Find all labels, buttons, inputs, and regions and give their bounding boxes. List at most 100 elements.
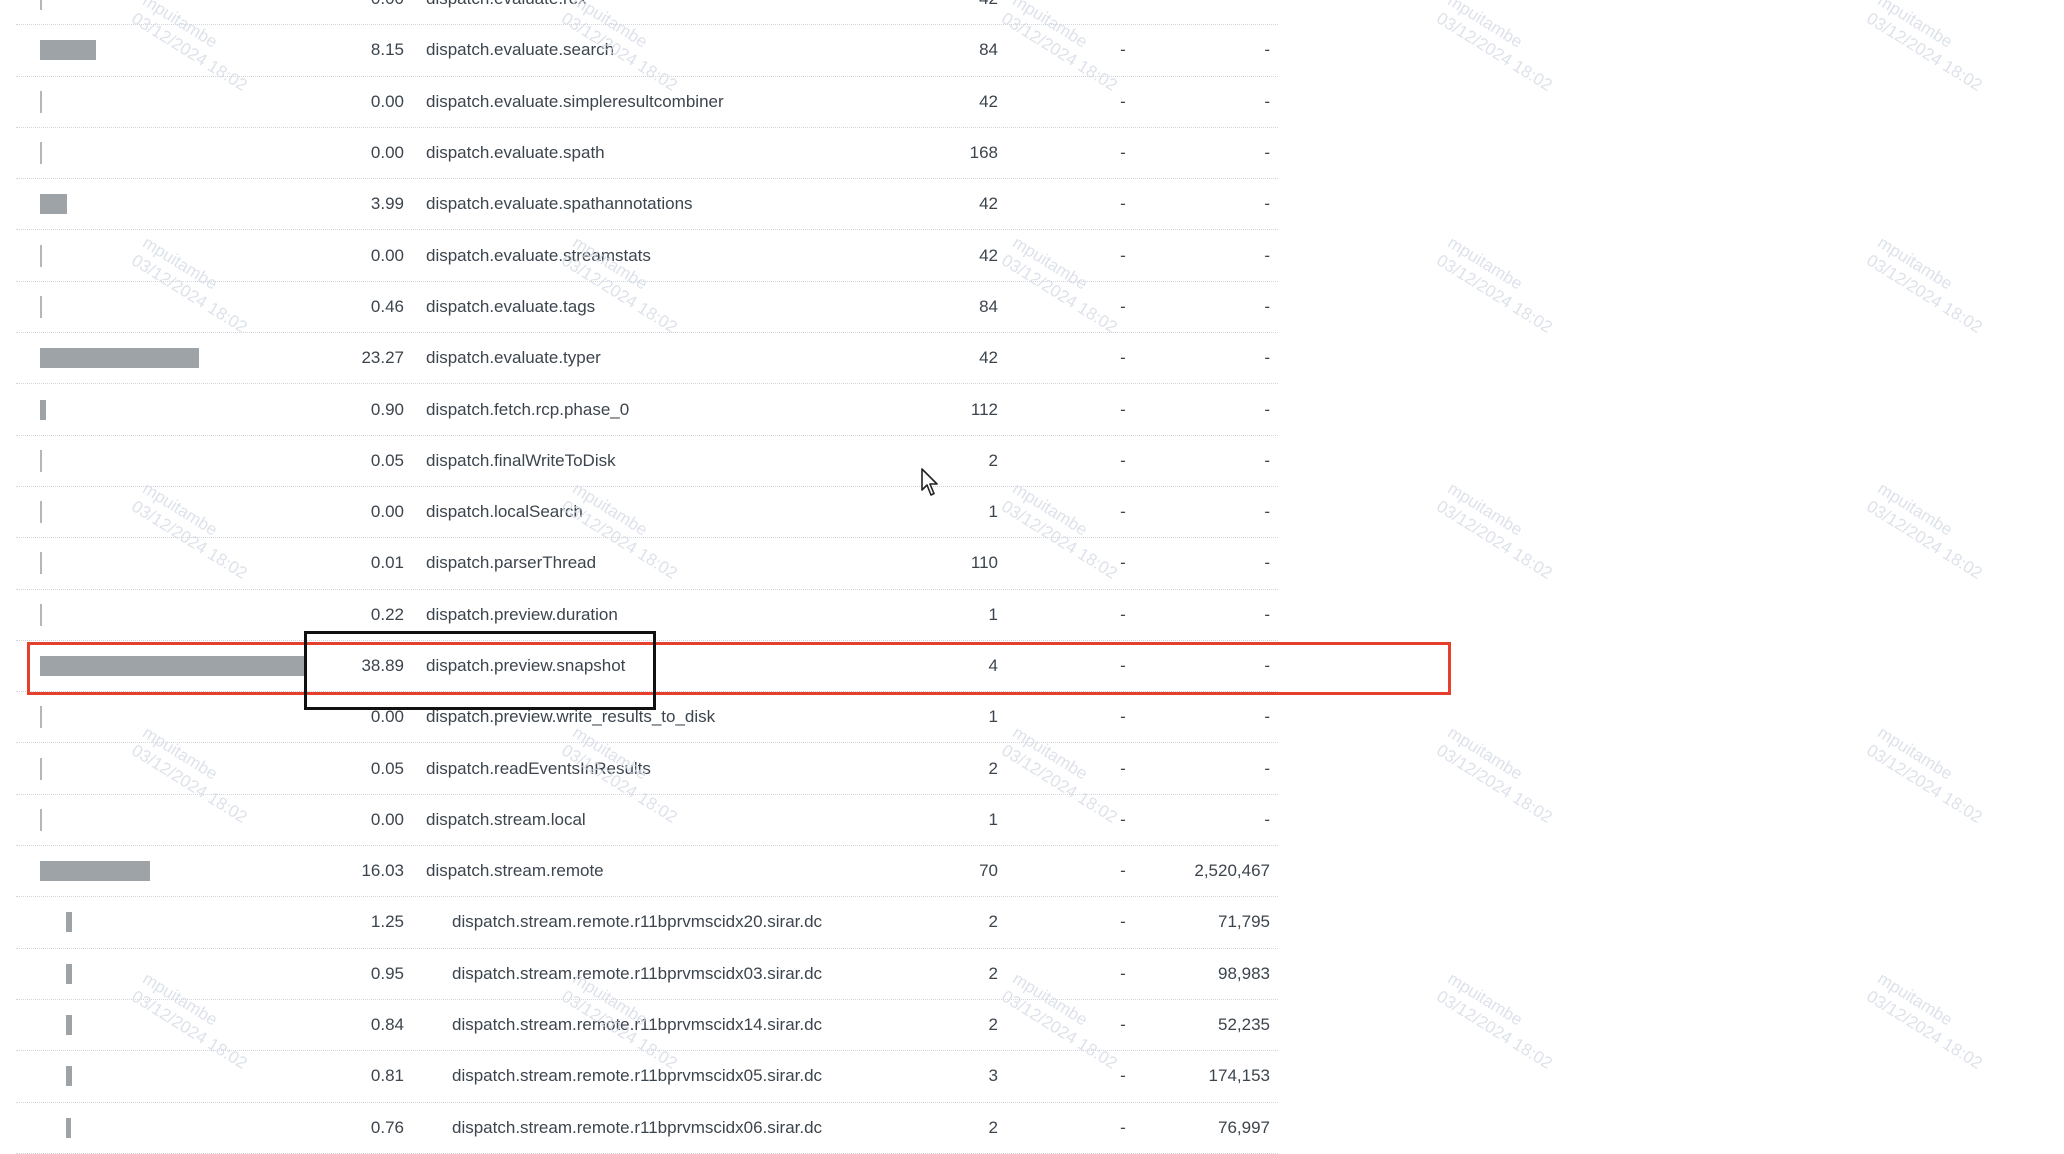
invocation-count: 1: [988, 502, 998, 522]
invocation-count: 2: [988, 1015, 998, 1035]
table-row[interactable]: 0.76 dispatch.stream.remote.r11bprvmscidx…: [16, 1103, 1278, 1154]
invocation-count: 1: [988, 809, 998, 829]
duration-bar: [40, 0, 42, 11]
duration-percent: 0.00: [264, 0, 404, 9]
duration-percent: 0.05: [370, 450, 404, 470]
table-row[interactable]: 0.00 dispatch.preview.write_results_to_di…: [16, 692, 1278, 744]
output-count: -: [1264, 245, 1270, 265]
table-row[interactable]: 0.05 dispatch.readEventsInResults 2 - -: [16, 743, 1278, 795]
input-count: -: [1120, 707, 1126, 727]
input-count: -: [1120, 1066, 1126, 1086]
duration-percent: 0.95: [370, 963, 404, 983]
duration-bar: [40, 90, 42, 113]
table-row[interactable]: 8.15 dispatch.evaluate.search 84 - -: [16, 25, 1278, 77]
invocation-count: 70: [979, 861, 998, 881]
output-count: 2,520,467: [1194, 861, 1270, 881]
component-name: dispatch.finalWriteToDisk: [426, 450, 616, 470]
duration-percent: 0.00: [370, 809, 404, 829]
table-row[interactable]: 0.46 dispatch.evaluate.tags 84 - -: [16, 282, 1278, 334]
duration-bar: [40, 348, 200, 369]
duration-percent: 16.03: [361, 861, 404, 881]
duration-percent: 0.00: [370, 143, 404, 163]
component-name: dispatch.preview.snapshot: [426, 656, 626, 675]
output-count: -: [1264, 194, 1270, 214]
table-row[interactable]: 0.22 dispatch.preview.duration 1 - -: [16, 590, 1278, 641]
duration-percent: 1.25: [370, 912, 404, 932]
duration-percent: 0.00: [370, 91, 404, 111]
invocation-count: 3: [988, 1066, 998, 1086]
invocation-count: 42: [876, 0, 998, 9]
output-count: 174,153: [1208, 1066, 1270, 1086]
component-name: dispatch.localSearch: [426, 502, 583, 522]
table-row[interactable]: 1.25 dispatch.stream.remote.r11bprvmscidx…: [16, 897, 1278, 949]
duration-percent: 38.89: [361, 656, 404, 675]
table-row[interactable]: 0.00 dispatch.evaluate.simpleresultcombin…: [16, 77, 1278, 128]
invocation-count: 4: [988, 656, 998, 675]
table-row[interactable]: 0.95 dispatch.stream.remote.r11bprvmscidx…: [16, 949, 1278, 1000]
table-row[interactable]: 0.00 dispatch.evaluate.rex 42 --: [16, 0, 1278, 26]
duration-percent: 23.27: [361, 348, 404, 368]
table-row[interactable]: 0.00 dispatch.stream.local 1 - -: [16, 795, 1278, 847]
input-count: -: [1120, 143, 1126, 163]
input-count: -: [1120, 399, 1126, 419]
table-row[interactable]: 0.84 dispatch.stream.remote.r11bprvmscidx…: [16, 1000, 1278, 1052]
invocation-count: 1: [988, 707, 998, 727]
output-count: -: [1264, 296, 1270, 316]
watermark-text: mpuitambe 03/12/2024 18:02: [1863, 722, 1986, 827]
invocation-count: 84: [979, 296, 998, 316]
duration-bar: [40, 399, 46, 420]
invocation-count: 112: [970, 399, 998, 419]
input-count: -: [1120, 1117, 1126, 1137]
invocation-count: 84: [979, 40, 998, 60]
execution-costs-table: 0.00dispatch.evaluate.rex42--8.15dispatc…: [16, 0, 1278, 1154]
table-row[interactable]: 0.00 dispatch.localSearch 1 - -: [16, 487, 1278, 539]
table-row[interactable]: 0.01 dispatch.parserThread 110 - -: [16, 538, 1278, 590]
duration-percent: 0.05: [370, 758, 404, 778]
input-count: -: [1120, 245, 1126, 265]
component-name: dispatch.stream.remote: [426, 861, 604, 881]
output-count: -: [1264, 91, 1270, 111]
component-name: dispatch.evaluate.rex: [426, 0, 587, 9]
output-count: 76,997: [1218, 1117, 1270, 1137]
table-row[interactable]: 0.05 dispatch.finalWriteToDisk 2- -: [16, 436, 1278, 487]
output-count: 98,983: [1218, 963, 1270, 983]
output-count: -: [1264, 553, 1270, 573]
input-count: -: [1120, 656, 1126, 675]
table-row[interactable]: 0.00 dispatch.evaluate.streamstats 42 - -: [16, 230, 1278, 282]
input-count: -: [1120, 450, 1126, 470]
invocation-count: 42: [979, 194, 998, 214]
duration-bar: [40, 295, 42, 318]
input-count: -: [1120, 91, 1126, 111]
invocation-count: 42: [979, 245, 998, 265]
duration-bar: [66, 1015, 72, 1036]
input-count: -: [1120, 758, 1126, 778]
output-count: 71,795: [1218, 912, 1270, 932]
component-name: dispatch.evaluate.spathannotations: [426, 194, 693, 214]
duration-percent: 8.15: [370, 40, 404, 60]
component-name: dispatch.evaluate.search: [426, 40, 615, 60]
mouse-cursor-icon: [921, 468, 938, 496]
invocation-count: 110: [970, 553, 998, 573]
input-count: -: [1120, 40, 1126, 60]
duration-bar: [40, 861, 150, 882]
input-count: -: [1120, 912, 1126, 932]
table-row[interactable]: 0.00 dispatch.evaluate.spath 168 - -: [16, 128, 1278, 180]
duration-bar: [40, 244, 42, 267]
output-count: -: [1264, 348, 1270, 368]
watermark-text: mpuitambe 03/12/2024 18:02: [1863, 232, 1986, 337]
invocation-count: 2: [988, 912, 998, 932]
component-name: dispatch.evaluate.spath: [426, 143, 605, 163]
table-row[interactable]: 3.99 dispatch.evaluate.spathannotations 42…: [16, 179, 1278, 231]
table-row[interactable]: 0.90 dispatch.fetch.rcp.phase_0 112 - -: [16, 384, 1278, 436]
table-row[interactable]: 16.03 dispatch.stream.remote 70 - 2,520,467: [16, 846, 1278, 898]
table-row-highlighted[interactable]: 38.89 dispatch.preview.snapshot 4 - -: [16, 641, 1278, 693]
table-row[interactable]: 0.81 dispatch.stream.remote.r11bprvmscidx…: [16, 1051, 1278, 1103]
output-count: -: [1264, 40, 1270, 60]
watermark-text: mpuitambe 03/12/2024 18:02: [1433, 232, 1556, 337]
component-name: dispatch.evaluate.typer: [426, 348, 601, 368]
component-name: dispatch.stream.remote.r11bprvmscidx20.s…: [452, 912, 823, 932]
table-row[interactable]: 23.27 dispatch.evaluate.typer 42 - -: [16, 333, 1278, 385]
watermark-text: mpuitambe 03/12/2024 18:02: [1433, 968, 1556, 1073]
duration-bar: [40, 449, 42, 472]
duration-bar: [40, 706, 42, 729]
